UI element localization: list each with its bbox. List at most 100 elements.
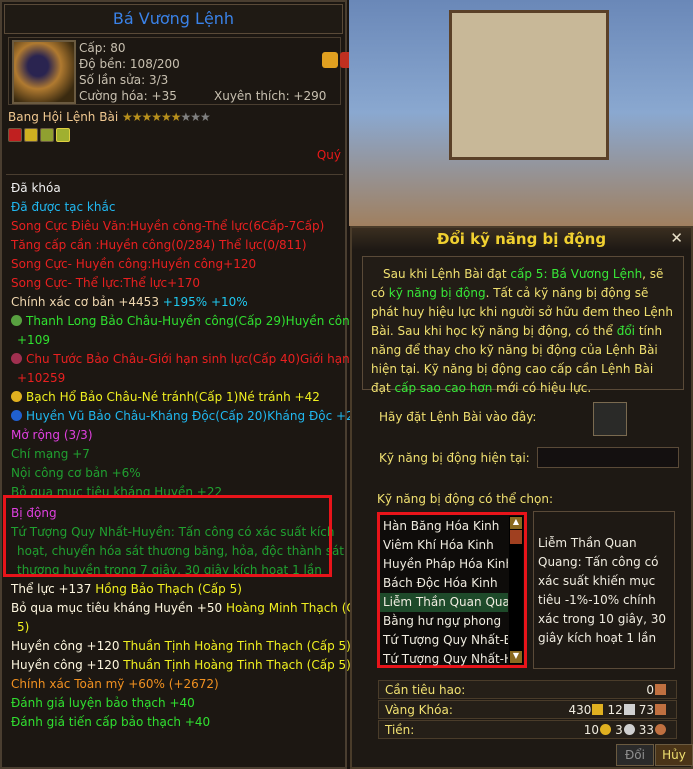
gem-line: Chu Tước Bảo Châu-Giới hạn sinh lực(Cấp … <box>11 350 368 369</box>
skill-item[interactable]: Tứ Tượng Quy Nhất-B <box>380 631 508 650</box>
description-segment: đổi <box>616 324 635 338</box>
skill-item[interactable]: Viêm Khí Hóa Kinh <box>380 536 508 555</box>
skill-detail: Liễm Thần Quan Quang: Tấn công có xác su… <box>533 511 675 669</box>
item-icon <box>12 40 76 104</box>
skill-item[interactable]: Huyền Pháp Hóa Kinh <box>380 555 508 574</box>
current-skill-field <box>537 447 679 468</box>
place-label: Hãy đặt Lệnh Bài vào đây: <box>379 410 537 424</box>
item-tooltip: Bá Vương Lệnh Cấp: 80 Độ bền: 108/200 Số… <box>0 0 370 769</box>
stone-line: Huyền công +120 Thuần Tịnh Hoàng Tinh Th… <box>11 658 351 672</box>
stone-line: Thể lực +137 Hồng Bảo Thạch (Cấp 5) <box>11 582 242 596</box>
gem-text-cont: +10259 <box>17 371 66 385</box>
description-segment: cấp 5: Bá Vương Lệnh <box>510 267 643 281</box>
close-icon[interactable]: ✕ <box>670 229 683 247</box>
dialog-title: Đổi kỹ năng bị động <box>352 228 691 250</box>
cancel-button[interactable]: Hủy <box>655 744 693 766</box>
gem-text: Chu Tước Bảo Châu-Giới hạn sinh lực(Cấp … <box>26 352 368 366</box>
copper-ingot-icon <box>655 684 666 695</box>
stars-filled: ★★★★★★ <box>121 110 182 124</box>
expand-item: Chí mạng +7 <box>11 447 90 461</box>
building <box>449 10 609 160</box>
current-label: Kỹ năng bị động hiện tại: <box>379 451 530 465</box>
scroll-thumb[interactable] <box>510 530 522 544</box>
item-durability: Độ bền: 108/200 <box>79 57 180 71</box>
skill-item[interactable]: Bằng hư ngự phong <box>380 612 508 631</box>
item-enhance: Cường hóa: +35 <box>79 89 177 103</box>
cost-label: Cần tiêu hao: <box>385 683 466 697</box>
dialog-description: Sau khi Lệnh Bài đạt cấp 5: Bá Vương Lện… <box>362 256 684 395</box>
copper-coin-icon <box>655 724 666 735</box>
red-gem-icon <box>8 128 22 142</box>
skill-item[interactable]: Liễm Thần Quan Quang <box>380 593 508 612</box>
accuracy-line: Chính xác cơ bản +4453 +195% +10% <box>11 293 338 312</box>
money-row: Tiền: 10 3 33 <box>378 720 677 739</box>
scroll-down-icon[interactable]: ▼ <box>510 651 522 663</box>
skill-item[interactable]: Bách Độc Hóa Kinh <box>380 574 508 593</box>
highlight-box <box>3 495 332 577</box>
description-segment: cấp sao cao hơn <box>394 381 493 395</box>
skill-item[interactable]: Tứ Tượng Quy Nhất-H <box>380 650 508 669</box>
blue-gem-icon <box>11 410 22 421</box>
skill-list: Hàn Băng Hóa Kinh Viêm Khí Hóa Kinh Huyền … <box>377 512 527 668</box>
green-gem-icon <box>11 315 22 326</box>
gold-coin-icon <box>600 724 612 735</box>
expand-title: Mở rộng (3/3) <box>11 428 93 442</box>
item-pierce: Xuyên thích: +290 <box>214 89 327 103</box>
gem-line: Bạch Hổ Bảo Châu-Né tránh(Cấp 1)Né tránh… <box>11 388 338 407</box>
item-repairs: Số lần sửa: 3/3 <box>79 73 169 87</box>
item-attributes: Đã khóa Đã được tạc khắc Song Cực Điêu Văn… <box>6 174 370 768</box>
attribute-line: Song Cực Điêu Văn:Huyền công-Thể lực(6Cấ… <box>11 219 325 233</box>
red-gem-icon <box>11 353 22 364</box>
accuracy-base: Chính xác cơ bản +4453 <box>11 295 163 309</box>
fire-buff-icon <box>322 52 338 68</box>
accuracy-bonus: +195% +10% <box>162 295 248 309</box>
bound-gold-label: Vàng Khóa: <box>385 703 453 717</box>
stone-line: Huyền công +120 Thuần Tịnh Hoàng Tinh Th… <box>11 639 351 653</box>
green-gem-icon <box>56 128 70 142</box>
item-slot[interactable] <box>593 402 627 436</box>
silver-ingot-icon <box>623 704 635 715</box>
silver-coin-icon <box>623 724 635 735</box>
cost-row: Cần tiêu hao: 0 <box>378 680 677 699</box>
item-type: Bang Hội Lệnh Bài <box>8 110 119 124</box>
gem-slots <box>8 128 341 145</box>
stars-empty: ★★★ <box>180 110 211 124</box>
rating-line: Đánh giá luyện bảo thạch +40 <box>11 696 195 710</box>
cost-value: 0 <box>646 683 654 697</box>
gem-text: Bạch Hổ Bảo Châu-Né tránh(Cấp 1)Né tránh… <box>26 390 320 404</box>
yellow-gem-icon <box>11 391 22 402</box>
attribute-line: Song Cực- Huyền công:Huyền công+120 <box>11 257 257 271</box>
gem-line: Huyền Vũ Bảo Châu-Kháng Độc(Cấp 20)Kháng… <box>11 407 361 426</box>
yellow-gem-icon <box>24 128 38 142</box>
green-gem-icon <box>40 128 54 142</box>
gem-text-cont: +109 <box>17 333 50 347</box>
item-quality: Quý <box>316 148 341 162</box>
attribute-line: Đã khóa <box>11 181 61 195</box>
change-passive-dialog: Đổi kỹ năng bị động ✕ Sau khi Lệnh Bài đ… <box>350 226 693 769</box>
game-scene <box>349 0 693 226</box>
attribute-line: Song Cực- Thể lực:Thể lực+170 <box>11 276 201 290</box>
perfect-line: Chính xác Toàn mỹ +60% (+2672) <box>11 677 219 691</box>
bound-gold-row: Vàng Khóa: 430 12 73 <box>378 700 677 719</box>
money-label: Tiền: <box>385 723 415 737</box>
item-info: Cấp: 80 Độ bền: 108/200 Số lần sửa: 3/3 … <box>8 37 356 105</box>
description-segment: Sau khi Lệnh Bài đạt <box>383 267 511 281</box>
skill-item[interactable]: Hàn Băng Hóa Kinh <box>380 517 508 536</box>
scroll-up-icon[interactable]: ▲ <box>510 517 522 529</box>
description-segment: kỹ năng bị động <box>388 286 486 300</box>
stone-line: Bỏ qua mục tiêu kháng Huyền +50 Hoàng Mi… <box>11 601 370 634</box>
gold-ingot-icon <box>592 704 604 715</box>
description-segment: mới có hiệu lực. <box>492 381 592 395</box>
copper-ingot-icon <box>655 704 666 715</box>
choose-label: Kỹ năng bị động có thể chọn: <box>377 492 553 506</box>
change-button[interactable]: Đổi <box>616 744 654 766</box>
gem-text: Thanh Long Bảo Châu-Huyền công(Cấp 29)Hu… <box>26 314 358 328</box>
gem-line: Thanh Long Bảo Châu-Huyền công(Cấp 29)Hu… <box>11 312 357 331</box>
gem-text: Huyền Vũ Bảo Châu-Kháng Độc(Cấp 20)Kháng… <box>26 409 362 423</box>
scrollbar[interactable]: ▲ ▼ <box>509 516 523 664</box>
expand-item: Nội công cơ bản +6% <box>11 466 141 480</box>
rating-line: Đánh giá tiến cấp bảo thạch +40 <box>11 715 211 729</box>
item-type-row: Bang Hội Lệnh Bài ★★★★★★★★★ Quý <box>8 110 341 166</box>
item-level: Cấp: 80 <box>79 41 126 55</box>
attribute-line: Đã được tạc khắc <box>11 200 116 214</box>
